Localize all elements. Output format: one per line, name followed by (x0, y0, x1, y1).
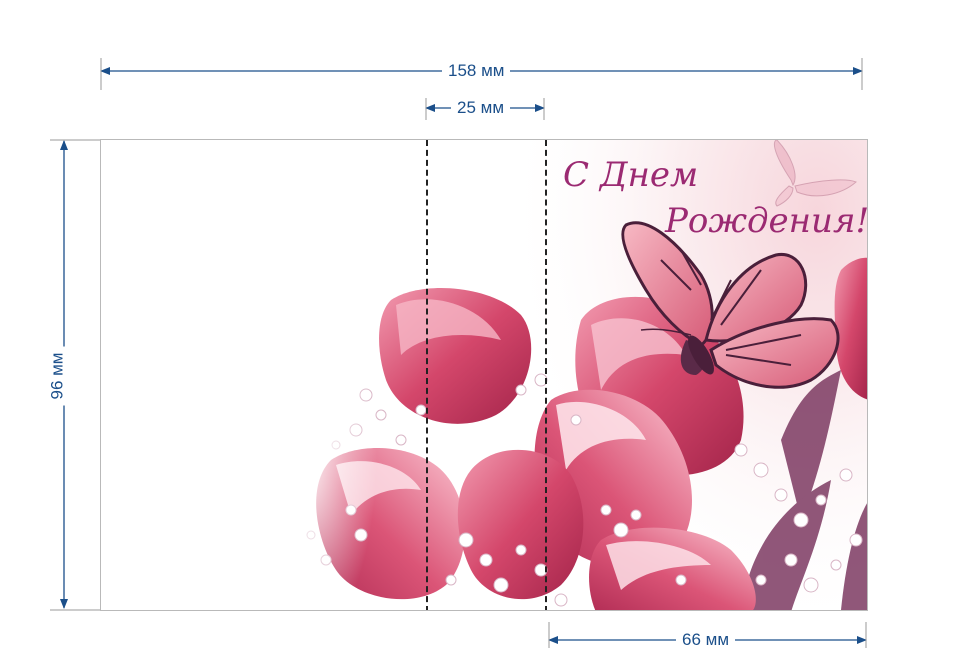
greeting-card-layout: С Днем Рождения! (100, 139, 868, 611)
fold-line-right (545, 140, 547, 610)
tulip (457, 449, 584, 600)
width-dimension-label: 158 мм (442, 61, 511, 81)
greeting-line-2: Рождения! (665, 201, 868, 241)
greeting-line-1: С Днем (563, 155, 699, 195)
flap-dimension-label: 25 мм (451, 98, 511, 118)
tulip (379, 288, 532, 424)
front-dimension-label: 66 мм (676, 630, 736, 650)
height-dimension-label: 96 мм (47, 346, 68, 406)
fold-line-left (426, 140, 428, 610)
